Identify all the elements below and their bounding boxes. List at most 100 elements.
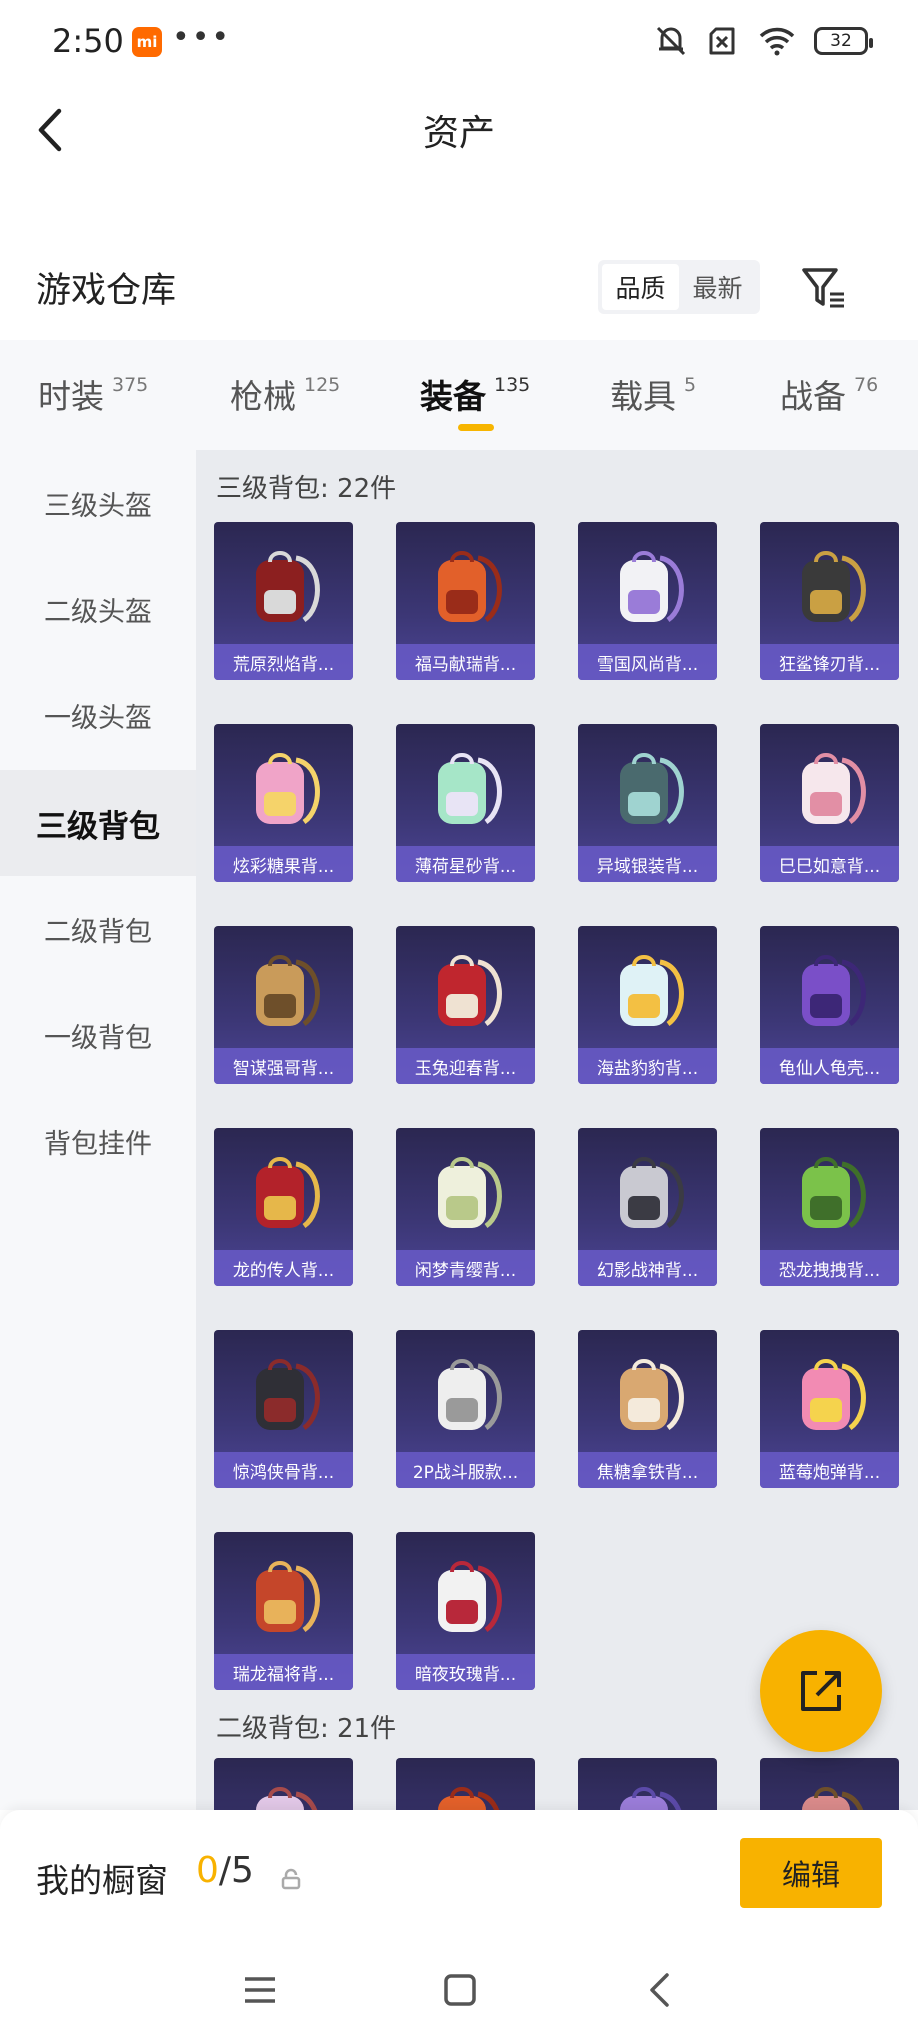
category-tabs: 时装 375 枪械 125 装备 135 载具 5 战备 76	[0, 340, 918, 450]
item-name: 惊鸿侠骨背...	[214, 1452, 353, 1488]
backpack-icon	[256, 955, 320, 1027]
tab-equipment[interactable]: 装备 135	[420, 370, 530, 418]
status-bar: 2:50 mi ••• 32	[0, 0, 918, 80]
backpack-icon	[620, 1359, 684, 1431]
backpack-icon	[256, 1359, 320, 1431]
filter-button[interactable]	[798, 262, 850, 314]
item-name: 恐龙拽拽背...	[760, 1250, 899, 1286]
backpack-icon	[438, 551, 502, 623]
backpack-icon	[620, 551, 684, 623]
backpack-item-card[interactable]	[760, 1758, 899, 1810]
backpack-icon	[438, 753, 502, 825]
backpack-icon	[256, 551, 320, 623]
item-grid-area[interactable]: 三级背包: 22件 二级背包: 21件 荒原烈焰背... 福马献瑞背... 雪国风尚…	[196, 450, 918, 1810]
backpack-icon	[620, 955, 684, 1027]
backpack-item-card[interactable]: 雪国风尚背...	[578, 522, 717, 680]
menu-icon	[245, 1977, 275, 2003]
backpack-item-card[interactable]: 蓝莓炮弹背...	[760, 1330, 899, 1488]
backpack-icon	[256, 753, 320, 825]
edit-button[interactable]: 编辑	[740, 1838, 882, 1908]
more-notifications-icon: •••	[172, 20, 232, 55]
sidebar-item-helmet-1[interactable]: 一级头盔	[0, 662, 196, 768]
backpack-item-card[interactable]: 惊鸿侠骨背...	[214, 1330, 353, 1488]
backpack-item-card[interactable]: 海盐豹豹背...	[578, 926, 717, 1084]
wifi-icon	[759, 27, 795, 56]
backpack-icon	[438, 1561, 502, 1633]
backpack-item-card[interactable]: 薄荷星砂背...	[396, 724, 535, 882]
backpack-item-card[interactable]: 异域银装背...	[578, 724, 717, 882]
item-name: 瑞龙福将背...	[214, 1654, 353, 1690]
item-name: 雪国风尚背...	[578, 644, 717, 680]
backpack-item-card[interactable]	[578, 1758, 717, 1810]
backpack-icon	[438, 955, 502, 1027]
showcase-count-separator: /	[218, 1850, 232, 1891]
active-tab-indicator	[458, 424, 494, 431]
home-nav-button[interactable]	[430, 1962, 490, 2018]
item-name: 玉兔迎春背...	[396, 1048, 535, 1084]
backpack-item-card[interactable]: 巳巳如意背...	[760, 724, 899, 882]
showcase-label: 我的橱窗	[36, 1861, 168, 1900]
section-title: 三级背包: 22件	[216, 474, 397, 504]
backpack-item-card[interactable]: 玉兔迎春背...	[396, 926, 535, 1084]
backpack-item-card[interactable]: 龙的传人背...	[214, 1128, 353, 1286]
back-triangle-icon	[650, 1973, 669, 2007]
sidebar-item-backpack-1[interactable]: 一级背包	[0, 982, 196, 1088]
backpack-item-card[interactable]	[396, 1758, 535, 1810]
showcase-bar: 我的橱窗 0/5 编辑	[0, 1810, 918, 1940]
tab-fashion[interactable]: 时装 375	[38, 370, 148, 418]
backpack-icon	[438, 1359, 502, 1431]
backpack-item-card[interactable]: 狂鲨锋刃背...	[760, 522, 899, 680]
backpack-item-card[interactable]: 恐龙拽拽背...	[760, 1128, 899, 1286]
sidebar-item-helmet-3[interactable]: 三级头盔	[0, 450, 196, 556]
share-button[interactable]	[760, 1630, 882, 1752]
backpack-icon	[802, 955, 866, 1027]
backpack-icon	[802, 1157, 866, 1229]
item-name: 蓝莓炮弹背...	[760, 1452, 899, 1488]
backpack-item-card[interactable]: 2P战斗服款...	[396, 1330, 535, 1488]
backpack-item-card[interactable]: 福马献瑞背...	[396, 522, 535, 680]
backpack-item-card[interactable]: 炫彩糖果背...	[214, 724, 353, 882]
menu-nav-button[interactable]	[230, 1962, 290, 2018]
tab-combat-gear[interactable]: 战备 76	[780, 370, 878, 418]
backpack-icon	[438, 1157, 502, 1229]
mi-app-icon: mi	[132, 27, 162, 57]
backpack-icon	[620, 1787, 682, 1810]
item-name: 龟仙人龟壳...	[760, 1048, 899, 1084]
item-name: 异域银装背...	[578, 846, 717, 882]
backpack-item-card[interactable]: 暗夜玫瑰背...	[396, 1532, 535, 1690]
backpack-item-card[interactable]: 智谋强哥背...	[214, 926, 353, 1084]
backpack-item-card[interactable]: 闲梦青缨背...	[396, 1128, 535, 1286]
backpack-icon	[620, 753, 684, 825]
backpack-item-card[interactable]: 幻影战神背...	[578, 1128, 717, 1286]
sort-newest-option[interactable]: 最新	[679, 264, 756, 310]
showcase-count: 0/5	[196, 1850, 254, 1891]
item-name: 炫彩糖果背...	[214, 846, 353, 882]
tab-label: 枪械	[230, 377, 296, 416]
backpack-item-card[interactable]	[214, 1758, 353, 1810]
tab-count: 125	[304, 374, 341, 396]
backpack-item-card[interactable]: 瑞龙福将背...	[214, 1532, 353, 1690]
item-name: 幻影战神背...	[578, 1250, 717, 1286]
status-time: 2:50	[52, 22, 124, 60]
sidebar-item-helmet-2[interactable]: 二级头盔	[0, 556, 196, 662]
item-name: 薄荷星砂背...	[396, 846, 535, 882]
sidebar-item-backpack-charm[interactable]: 背包挂件	[0, 1088, 196, 1194]
tab-label: 装备	[420, 377, 486, 416]
item-name: 巳巳如意背...	[760, 846, 899, 882]
backpack-icon	[802, 1359, 866, 1431]
tab-vehicles[interactable]: 载具 5	[610, 370, 696, 418]
sort-quality-option[interactable]: 品质	[602, 264, 679, 310]
backpack-icon	[256, 1787, 318, 1810]
tab-weapons[interactable]: 枪械 125	[230, 370, 340, 418]
back-nav-button[interactable]	[630, 1962, 690, 2018]
backpack-item-card[interactable]: 荒原烈焰背...	[214, 522, 353, 680]
tab-label: 时装	[38, 377, 104, 416]
backpack-icon	[802, 551, 866, 623]
backpack-item-card[interactable]: 焦糖拿铁背...	[578, 1330, 717, 1488]
sidebar-item-backpack-2[interactable]: 二级背包	[0, 876, 196, 982]
backpack-item-card[interactable]: 龟仙人龟壳...	[760, 926, 899, 1084]
sidebar-item-backpack-3[interactable]: 三级背包	[0, 770, 196, 876]
item-name: 闲梦青缨背...	[396, 1250, 535, 1286]
tab-count: 135	[494, 374, 531, 396]
home-square-icon	[444, 1974, 476, 2006]
